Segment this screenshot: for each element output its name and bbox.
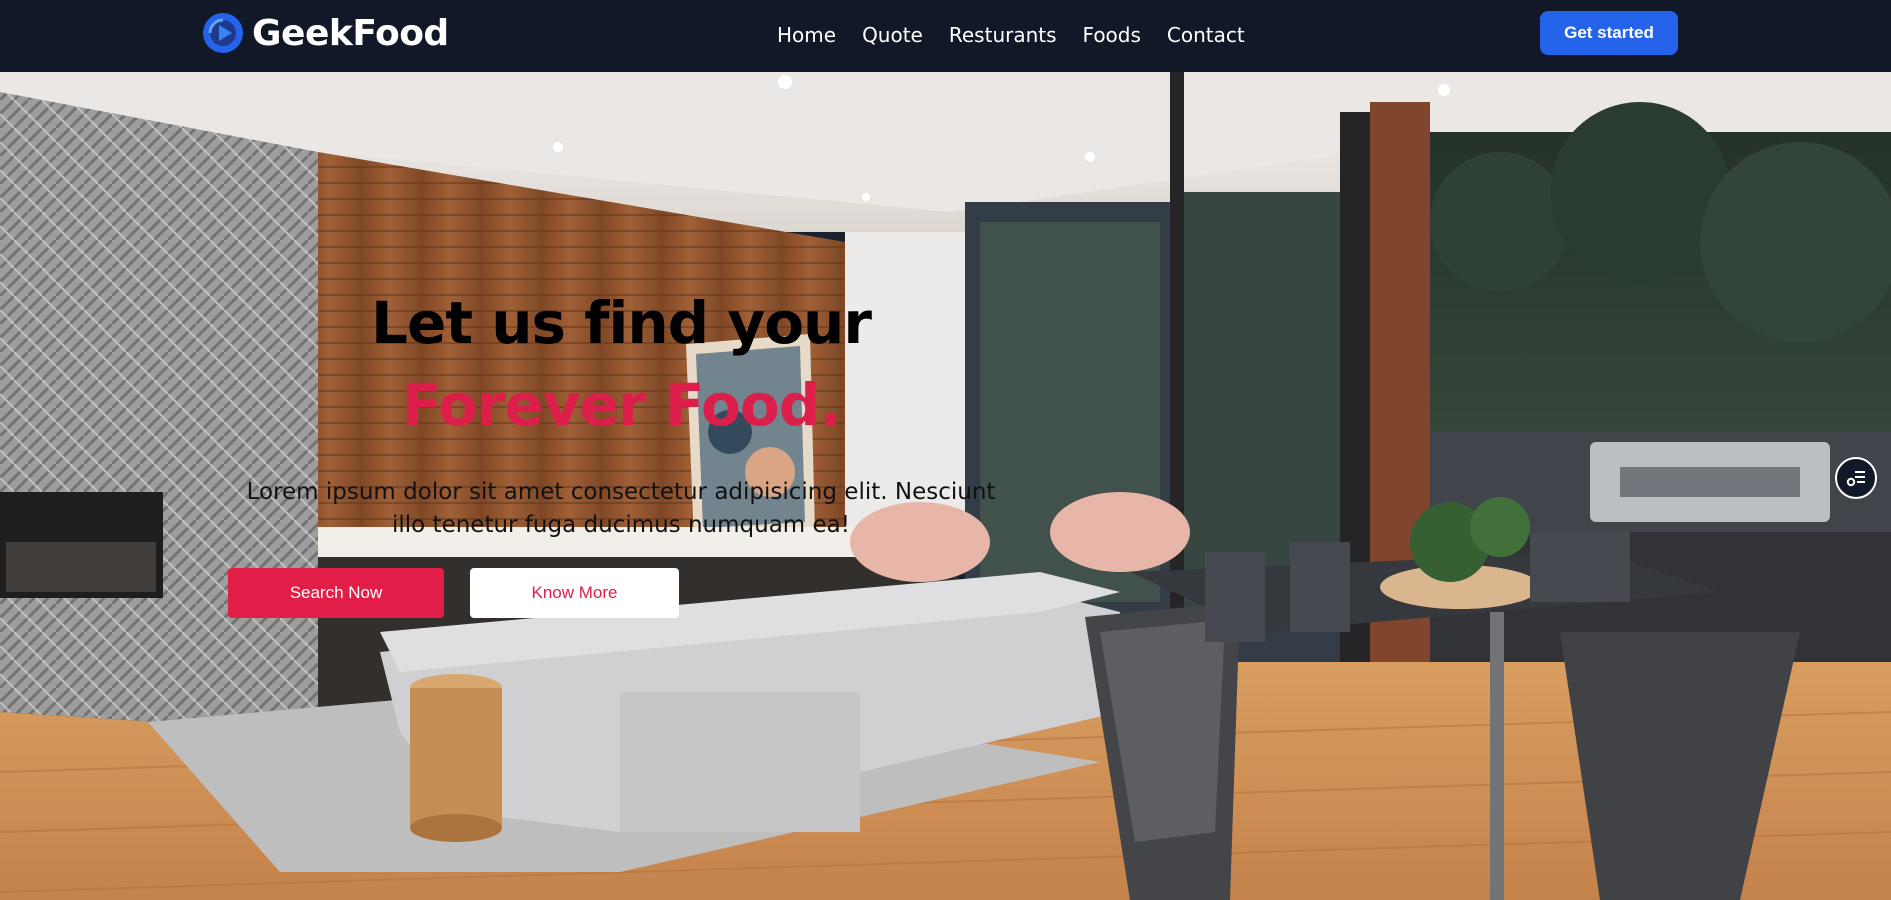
- hero-description: Lorem ipsum dolor sit amet consectetur a…: [246, 479, 996, 538]
- settings-widget-button[interactable]: [1835, 457, 1877, 499]
- navbar: GeekFood Home Quote Resturants Foods Con…: [0, 0, 1891, 72]
- search-now-button[interactable]: Search Now: [228, 568, 444, 618]
- nav-menu: Home Quote Resturants Foods Contact: [777, 20, 1245, 50]
- hero-section: Let us find your Forever Food. Lorem ips…: [0, 72, 1891, 900]
- play-circle-icon: [203, 13, 243, 53]
- get-started-button[interactable]: Get started: [1540, 11, 1678, 55]
- hero-highlight-headline: Forever Food.: [401, 371, 842, 439]
- hero-headline: Let us find your: [371, 289, 872, 357]
- brand-name: GeekFood: [252, 12, 449, 54]
- brand-link[interactable]: GeekFood: [202, 12, 449, 54]
- know-more-button[interactable]: Know More: [470, 568, 679, 618]
- hero-content: Let us find your Forever Food. Lorem ips…: [228, 282, 1014, 542]
- nav-item-home: Home: [777, 20, 836, 50]
- nav-item-quote: Quote: [862, 20, 923, 50]
- nav-link-home[interactable]: Home: [777, 23, 836, 47]
- nav-link-foods[interactable]: Foods: [1083, 23, 1141, 47]
- settings-list-icon: [1846, 471, 1865, 487]
- hero-button-group: Search Now Know More: [228, 568, 679, 618]
- nav-item-resturants: Resturants: [949, 20, 1057, 50]
- nav-item-foods: Foods: [1083, 20, 1141, 50]
- nav-item-contact: Contact: [1167, 20, 1245, 50]
- nav-link-contact[interactable]: Contact: [1167, 23, 1245, 47]
- nav-link-quote[interactable]: Quote: [862, 23, 923, 47]
- nav-link-resturants[interactable]: Resturants: [949, 23, 1057, 47]
